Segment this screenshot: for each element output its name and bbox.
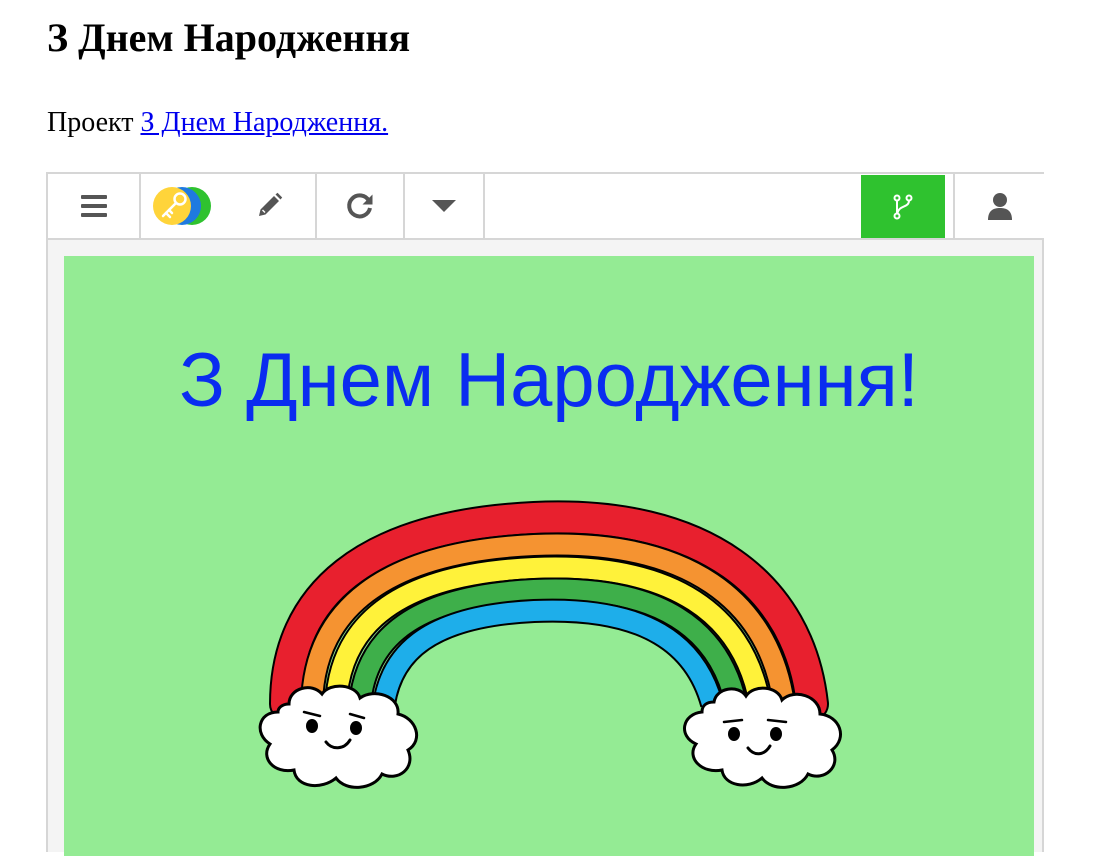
- pencil-icon: [259, 192, 283, 216]
- intro-prefix: Проект: [47, 107, 141, 138]
- login-key-button[interactable]: [141, 174, 223, 238]
- rainbow-with-clouds: [258, 500, 842, 789]
- page-title: З Днем Народження: [47, 15, 411, 60]
- project-stage[interactable]: З Днем Народження!: [64, 256, 1034, 856]
- menu-icon: [80, 195, 107, 217]
- remix-button[interactable]: [861, 175, 945, 238]
- reload-button[interactable]: [317, 174, 403, 238]
- project-intro: Проект З Днем Народження.: [47, 106, 388, 140]
- reload-icon: [347, 193, 373, 219]
- right-cloud: [683, 686, 842, 789]
- user-icon: [987, 193, 1012, 220]
- branch-icon: [893, 194, 913, 219]
- menu-button[interactable]: [48, 174, 139, 238]
- dropdown-caret-icon: [432, 200, 456, 212]
- key-icon: [153, 187, 211, 225]
- edit-button[interactable]: [223, 174, 315, 238]
- account-button[interactable]: [955, 174, 1044, 238]
- player-toolbar: [48, 174, 1044, 240]
- toolbar-divider: [483, 174, 485, 238]
- project-player: З Днем Народження!: [46, 172, 1044, 856]
- project-link[interactable]: З Днем Народження.: [140, 107, 388, 138]
- options-dropdown-button[interactable]: [405, 174, 483, 238]
